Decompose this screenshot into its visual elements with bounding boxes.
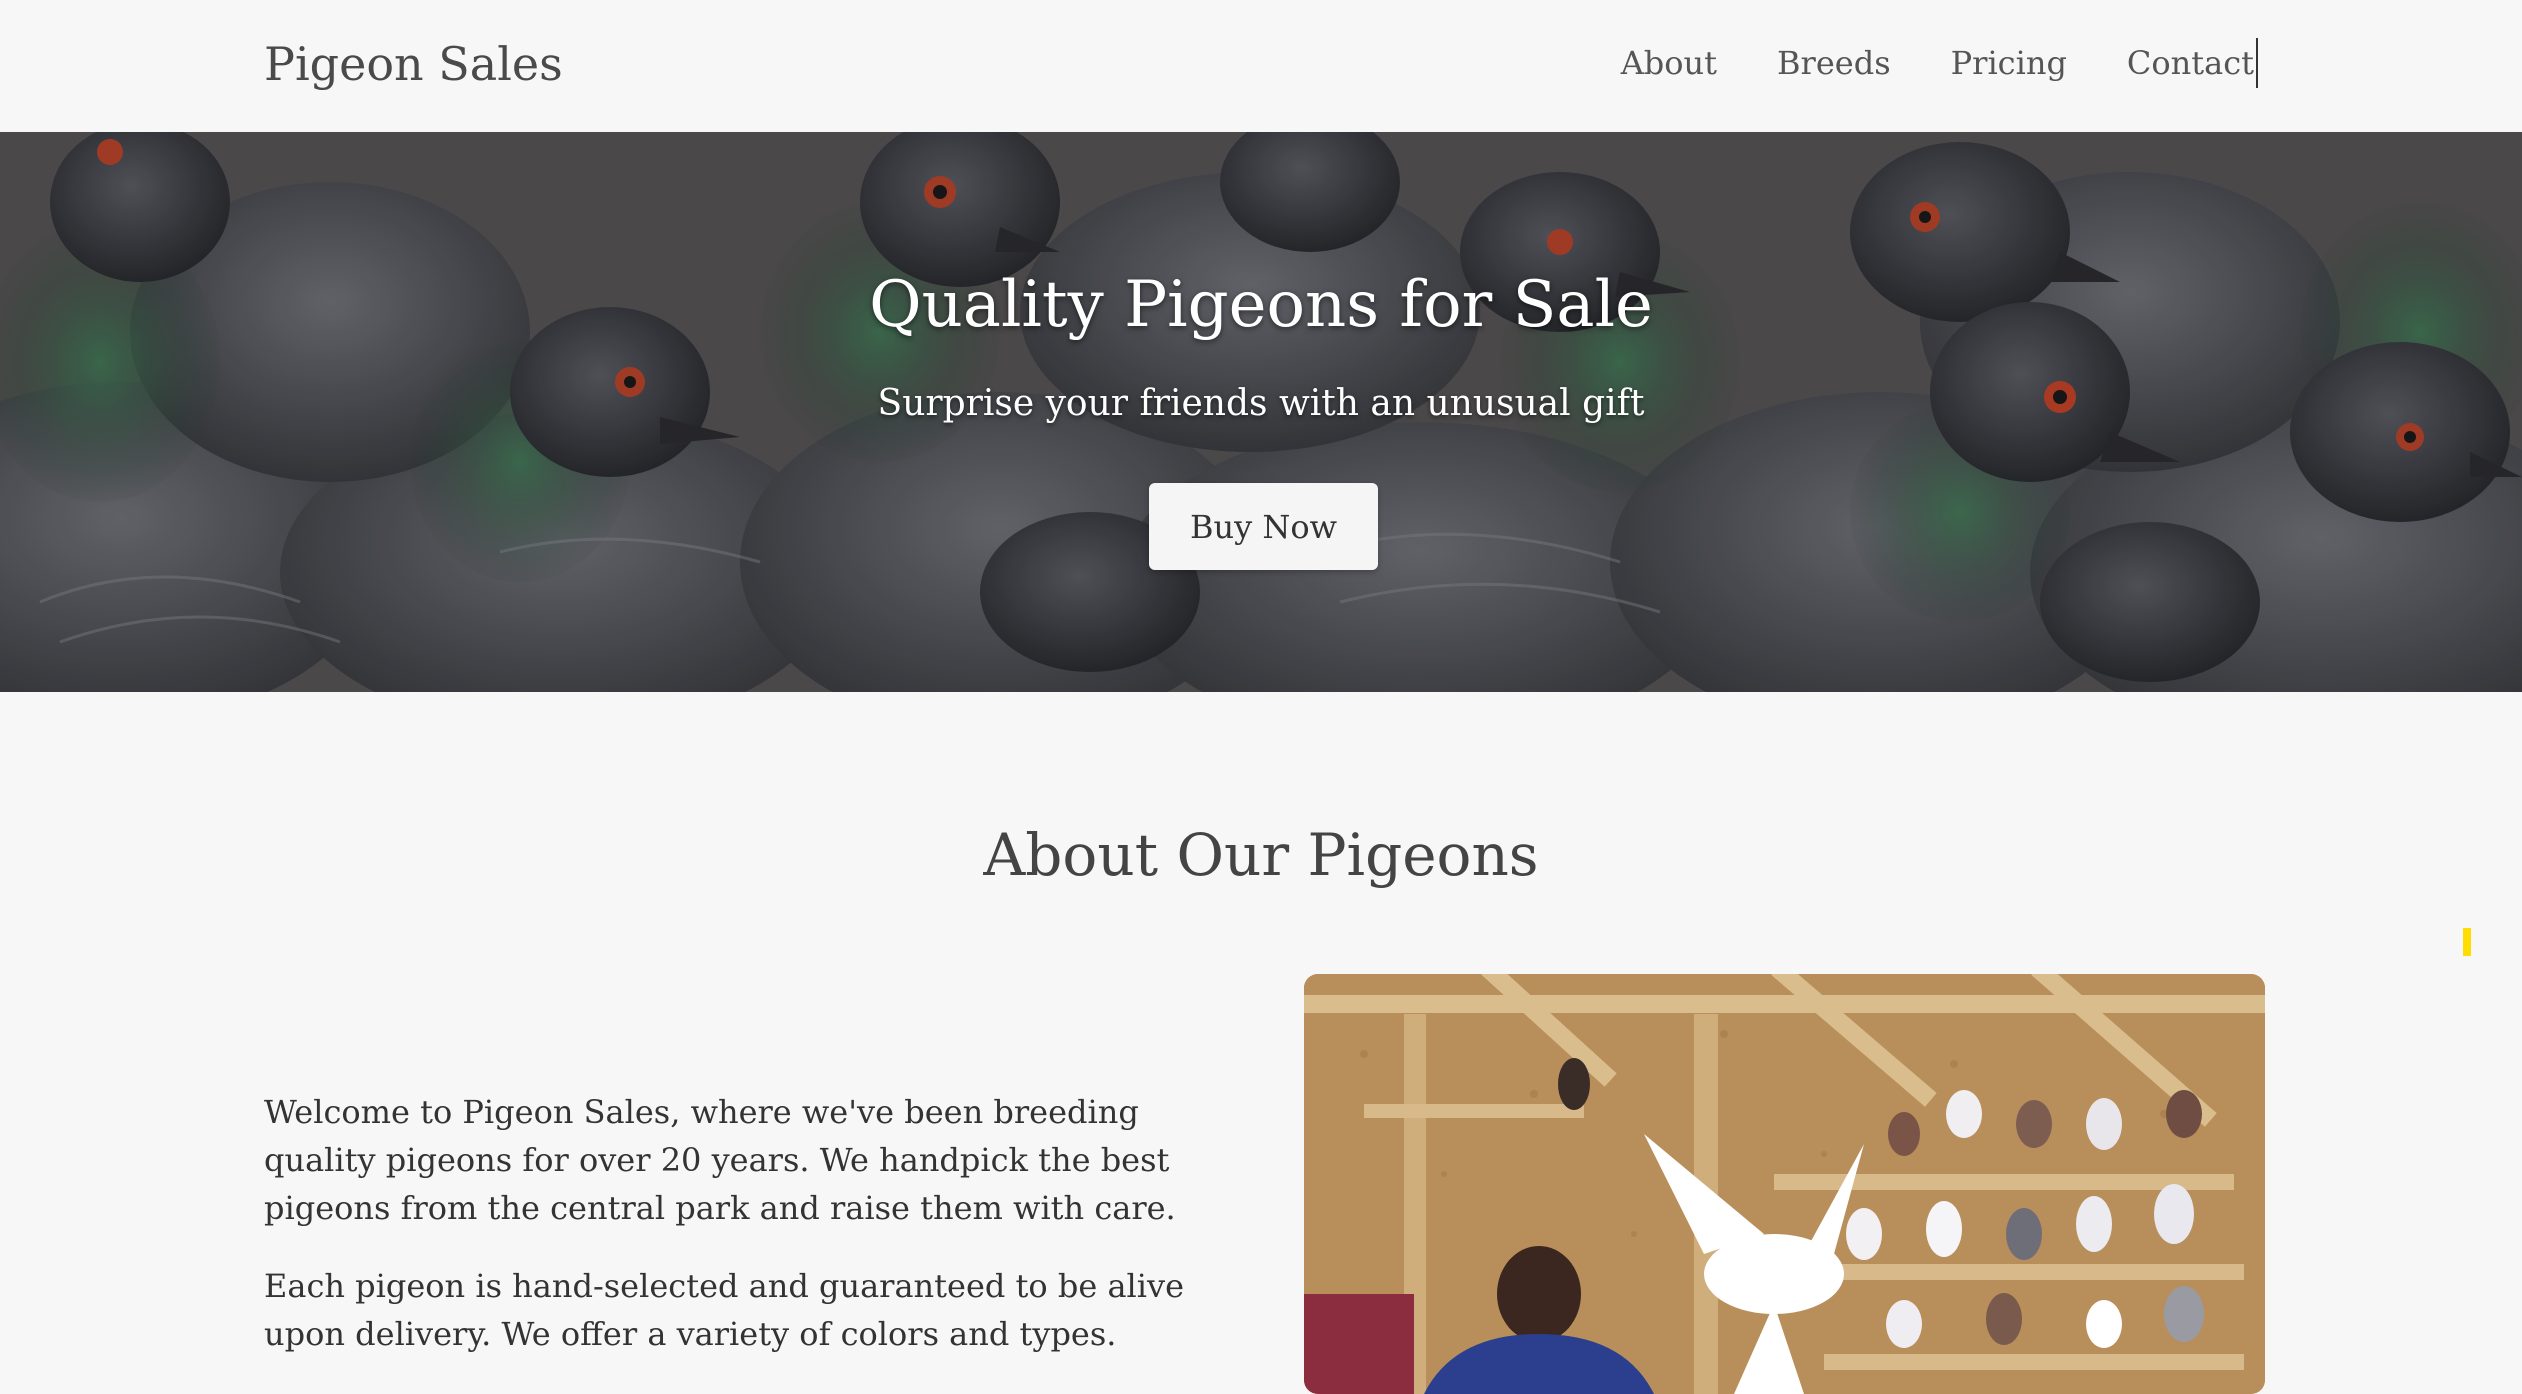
hero-title: Quality Pigeons for Sale: [869, 268, 1653, 342]
about-section-title: About Our Pigeons: [983, 821, 1539, 889]
brand-logo[interactable]: Pigeon Sales: [264, 30, 563, 98]
about-paragraph: Welcome to Pigeon Sales, where we've bee…: [264, 1093, 1176, 1227]
about-paragraph: Each pigeon is hand-selected and guarant…: [264, 1267, 1184, 1353]
hero-content: Quality Pigeons for Sale Surprise your f…: [0, 132, 2522, 692]
buy-now-button[interactable]: Buy Now: [1149, 483, 1378, 570]
pigeon-loft-image: [1304, 974, 2265, 1394]
scroll-position-marker: [2463, 928, 2471, 956]
nav-link-about[interactable]: About: [1621, 38, 1717, 88]
hero-subtitle: Surprise your friends with an unusual gi…: [877, 383, 1645, 424]
pigeon-loft-photo: [1304, 974, 2265, 1394]
site-header: Pigeon Sales About Breeds Pricing Contac…: [0, 0, 2522, 132]
hero-section: Quality Pigeons for Sale Surprise your f…: [0, 132, 2522, 692]
about-text: Welcome to Pigeon Sales, where we've bee…: [264, 1088, 1214, 1388]
main-nav: About Breeds Pricing Contact: [1621, 38, 2258, 88]
nav-link-pricing[interactable]: Pricing: [1951, 38, 2067, 88]
nav-link-contact[interactable]: Contact: [2127, 38, 2258, 88]
nav-link-breeds[interactable]: Breeds: [1777, 38, 1891, 88]
